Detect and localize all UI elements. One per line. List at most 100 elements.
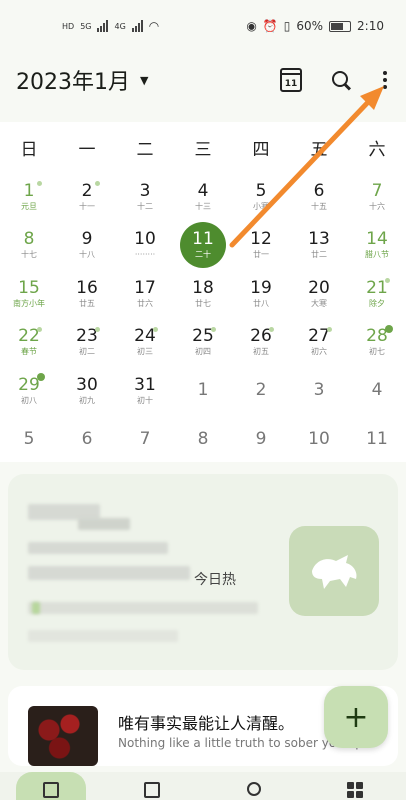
day-cell[interactable]: 2 十一 <box>58 172 116 221</box>
holiday-dot-icon <box>327 326 333 332</box>
nav-more[interactable] <box>320 772 390 800</box>
day-number: 3 <box>139 180 151 201</box>
day-cell[interactable]: 31 初十 <box>116 366 174 415</box>
day-cell[interactable]: 30 初九 <box>58 366 116 415</box>
bull-icon <box>312 555 357 589</box>
day-cell[interactable]: 9 十八 <box>58 221 116 270</box>
add-event-button[interactable]: + <box>324 686 388 748</box>
day-cell[interactable]: 6 <box>58 415 116 464</box>
blurred-line <box>32 602 40 614</box>
day-cell[interactable]: 11 <box>348 415 406 464</box>
status-left: HD 5G 4G ◠ <box>62 19 159 33</box>
nav-tasks[interactable] <box>117 772 187 800</box>
holiday-dot-icon <box>269 326 275 332</box>
day-cell[interactable]: 1 <box>174 366 232 415</box>
day-cell[interactable]: 28 初七 <box>348 318 406 367</box>
lunar-date: 初六 <box>311 347 327 357</box>
day-number: 31 <box>134 374 156 395</box>
day-cell[interactable]: 2 <box>232 366 290 415</box>
apps-nav-icon <box>347 782 364 798</box>
day-cell[interactable]: 8 <box>174 415 232 464</box>
search-icon[interactable] <box>330 69 352 91</box>
lunar-date: 十八 <box>79 250 95 260</box>
day-number: 7 <box>139 428 151 449</box>
day-cell[interactable]: 14 腊八节 <box>348 221 406 270</box>
day-cell[interactable]: 7 十六 <box>348 172 406 221</box>
day-cell[interactable]: 10 <box>290 415 348 464</box>
day-number: 2 <box>81 180 93 201</box>
day-cell[interactable]: 25 初四 <box>174 318 232 367</box>
day-number: 12 <box>250 229 272 250</box>
day-cell[interactable]: 16 廿五 <box>58 269 116 318</box>
day-cell[interactable]: 19 廿八 <box>232 269 290 318</box>
blurred-title <box>78 518 130 530</box>
day-number: 19 <box>250 277 272 298</box>
month-calendar: 日 一 二 三 四 五 六 1 元旦 2 十一 3 十二 4 十三 5 小寒 6 十五 7 十六 8 十七 9 十… <box>0 122 406 462</box>
day-number: 1 <box>197 380 209 401</box>
day-cell[interactable]: 20 大寒 <box>290 269 348 318</box>
day-cell[interactable]: 5 小寒 <box>232 172 290 221</box>
day-cell[interactable]: 1 元旦 <box>0 172 58 221</box>
day-number: 8 <box>197 428 209 449</box>
day-cell[interactable]: 29 初八 <box>0 366 58 415</box>
day-cell[interactable]: 3 十二 <box>116 172 174 221</box>
app-header: 2023年1月 ▼ 11 <box>0 56 406 104</box>
day-number: 17 <box>134 277 156 298</box>
day-cell[interactable]: 22 春节 <box>0 318 58 367</box>
day-cell[interactable]: 5 <box>0 415 58 464</box>
dropdown-caret-icon[interactable]: ▼ <box>140 74 148 87</box>
day-cell[interactable]: 3 <box>290 366 348 415</box>
nav-calendar[interactable] <box>15 772 86 800</box>
lunar-date: 元旦 <box>21 201 37 211</box>
day-cell[interactable]: 13 廿二 <box>290 221 348 270</box>
day-cell[interactable]: 23 初二 <box>58 318 116 367</box>
weekday-label: 一 <box>78 139 96 160</box>
more-options-icon[interactable] <box>380 71 390 89</box>
day-cell[interactable]: 12 廿一 <box>232 221 290 270</box>
day-number: 2 <box>255 380 267 401</box>
status-right: ◉ ⏰ ▯ 60% 2:10 <box>246 19 384 33</box>
day-cell[interactable]: 21 除夕 <box>348 269 406 318</box>
news-card[interactable]: 今日热 <box>8 474 398 670</box>
day-cell[interactable]: 17 廿六 <box>116 269 174 318</box>
day-cell[interactable]: 24 初三 <box>116 318 174 367</box>
clock: 2:10 <box>357 19 384 33</box>
day-number: 11 <box>366 428 388 449</box>
day-cell[interactable]: 7 <box>116 415 174 464</box>
day-cell[interactable]: 4 十三 <box>174 172 232 221</box>
day-cell[interactable]: 15 南方小年 <box>0 269 58 318</box>
day-cell[interactable]: 10 ········ <box>116 221 174 270</box>
day-cell[interactable]: 9 <box>232 415 290 464</box>
lunar-date: 腊八节 <box>365 250 389 260</box>
nav-discover[interactable] <box>219 772 289 800</box>
day-number: 3 <box>313 380 325 401</box>
day-number: 16 <box>76 277 98 298</box>
header-actions: 11 <box>280 68 390 92</box>
lunar-date: 廿一 <box>253 250 269 260</box>
weekday-label: 日 <box>20 139 38 160</box>
holiday-dot-icon <box>385 278 391 283</box>
month-title[interactable]: 2023年1月 <box>16 64 130 96</box>
day-number: 1 <box>23 180 35 201</box>
lunar-date: 廿二 <box>311 250 327 260</box>
today-calendar-icon[interactable]: 11 <box>280 68 302 92</box>
day-cell[interactable]: 8 十七 <box>0 221 58 270</box>
weekday-label: 六 <box>368 139 386 160</box>
lunar-date: 十六 <box>369 201 385 211</box>
day-number: 11 <box>192 229 214 250</box>
day-cell[interactable]: 6 十五 <box>290 172 348 221</box>
holiday-dot-icon <box>37 181 43 186</box>
lunar-date: 初二 <box>79 347 95 357</box>
day-cell[interactable]: 27 初六 <box>290 318 348 367</box>
day-cell[interactable]: 26 初五 <box>232 318 290 367</box>
today-calendar-icon-day: 11 <box>284 79 298 89</box>
day-cell-today[interactable]: 11 二十 <box>174 221 232 270</box>
battery-icon <box>329 20 352 32</box>
lunar-date: 十七 <box>21 250 37 260</box>
vibrate-icon: ▯ <box>283 19 291 33</box>
day-cell[interactable]: 18 廿七 <box>174 269 232 318</box>
quote-thumbnail <box>28 706 98 766</box>
day-cell[interactable]: 4 <box>348 366 406 415</box>
signal-type-label: 5G <box>80 21 92 31</box>
day-number: 9 <box>255 428 267 449</box>
